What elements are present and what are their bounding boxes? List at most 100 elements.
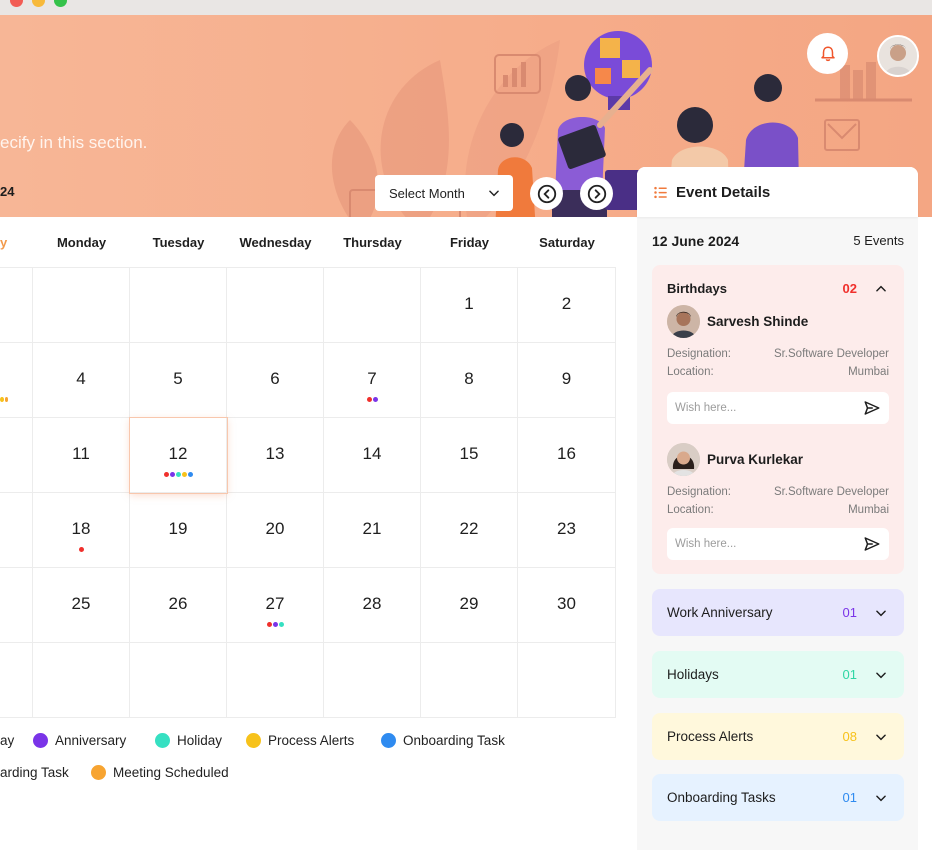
minimize-window-button[interactable] xyxy=(32,0,45,7)
month-select-label: Select Month xyxy=(389,185,465,201)
calendar-day-cell[interactable] xyxy=(0,343,33,418)
event-dots xyxy=(33,547,129,552)
calendar-day-cell[interactable]: 16 xyxy=(518,418,616,493)
section-title: Onboarding Tasks xyxy=(667,790,776,805)
section-count: 01 xyxy=(842,667,857,682)
calendar-day-cell[interactable]: 12 xyxy=(130,418,227,493)
calendar-day-cell[interactable]: 13 xyxy=(227,418,324,493)
calendar-day-cell[interactable]: 8 xyxy=(421,343,518,418)
calendar-day-cell[interactable] xyxy=(324,268,421,343)
calendar-day-cell[interactable]: 22 xyxy=(421,493,518,568)
previous-month-button[interactable] xyxy=(530,177,563,210)
next-month-button[interactable] xyxy=(580,177,613,210)
calendar-day-cell[interactable]: 30 xyxy=(518,568,616,643)
close-window-button[interactable] xyxy=(10,0,23,7)
calendar-day-cell[interactable]: 5 xyxy=(130,343,227,418)
send-icon[interactable] xyxy=(863,399,881,417)
user-avatar[interactable] xyxy=(877,35,919,77)
legend-item: Holiday xyxy=(155,733,222,748)
calendar-day-cell[interactable]: 14 xyxy=(324,418,421,493)
calendar-day-cell[interactable]: 25 xyxy=(33,568,130,643)
location-label: Location: xyxy=(667,504,714,516)
calendar-day-cell[interactable]: 18 xyxy=(33,493,130,568)
calendar-day-cell[interactable]: 15 xyxy=(421,418,518,493)
day-number: 8 xyxy=(464,369,474,388)
calendar-day-cell[interactable]: 6 xyxy=(227,343,324,418)
calendar-day-cell[interactable]: 1 xyxy=(421,268,518,343)
calendar-day-cell[interactable] xyxy=(130,268,227,343)
birthdays-title: Birthdays xyxy=(667,281,727,296)
calendar-day-cell[interactable]: 19 xyxy=(130,493,227,568)
section-title: Process Alerts xyxy=(667,729,754,744)
event-section-work-anniversary[interactable]: Work Anniversary 01 xyxy=(652,589,904,636)
event-dot xyxy=(4,397,8,402)
chevron-down-icon[interactable] xyxy=(874,606,888,620)
event-dot xyxy=(175,472,181,477)
section-count: 08 xyxy=(842,729,857,744)
wish-input[interactable] xyxy=(667,528,889,560)
day-number: 19 xyxy=(168,519,188,538)
calendar-day-cell[interactable] xyxy=(421,643,518,718)
calendar-day-cell[interactable]: 29 xyxy=(421,568,518,643)
designation-label: Designation: xyxy=(667,348,731,360)
event-dot xyxy=(278,622,284,627)
calendar-day-cell[interactable]: 27 xyxy=(227,568,324,643)
day-number: 11 xyxy=(72,444,90,463)
calendar-day-cell[interactable] xyxy=(130,643,227,718)
calendar-day-cell[interactable]: 20 xyxy=(227,493,324,568)
calendar-day-cell[interactable] xyxy=(0,643,33,718)
calendar-day-cell[interactable]: 9 xyxy=(518,343,616,418)
selected-date-row: 12 June 2024 5 Events xyxy=(652,233,904,249)
section-count: 01 xyxy=(842,605,857,620)
current-month-label: 24 xyxy=(0,184,15,199)
send-icon[interactable] xyxy=(863,535,881,553)
designation-value: Sr.Software Developer xyxy=(773,348,889,360)
chevron-down-icon xyxy=(489,190,499,197)
calendar-day-cell[interactable] xyxy=(227,643,324,718)
notifications-button[interactable] xyxy=(807,33,848,74)
calendar-day-cell[interactable] xyxy=(33,268,130,343)
calendar-day-cell[interactable]: 21 xyxy=(324,493,421,568)
calendar-day-cell[interactable]: 28 xyxy=(324,568,421,643)
birthday-person: Sarvesh Shinde Designation: Sr.Software … xyxy=(667,305,889,427)
calendar-day-cell[interactable] xyxy=(0,418,33,493)
chevron-down-icon[interactable] xyxy=(874,730,888,744)
calendar-day-cell[interactable] xyxy=(0,568,33,643)
day-number: 28 xyxy=(362,594,382,613)
event-section-holidays[interactable]: Holidays 01 xyxy=(652,651,904,698)
calendar-day-cell[interactable]: 26 xyxy=(130,568,227,643)
day-number: 18 xyxy=(71,519,91,538)
chevron-down-icon[interactable] xyxy=(874,668,888,682)
calendar-day-cell[interactable] xyxy=(227,268,324,343)
chevron-down-icon[interactable] xyxy=(874,791,888,805)
legend-item: ay xyxy=(0,733,14,748)
calendar-day-cell[interactable]: 23 xyxy=(518,493,616,568)
calendar-day-cell[interactable] xyxy=(33,643,130,718)
wish-input[interactable] xyxy=(667,392,889,424)
calendar-day-cell[interactable] xyxy=(0,493,33,568)
bell-icon xyxy=(820,46,835,61)
designation-value: Sr.Software Developer xyxy=(773,486,889,498)
weekday-label: Wednesday xyxy=(239,235,312,250)
calendar-day-cell[interactable] xyxy=(324,643,421,718)
day-number: 30 xyxy=(557,594,576,613)
legend-label: ay xyxy=(0,733,15,748)
calendar-day-cell[interactable] xyxy=(0,268,33,343)
month-select[interactable]: Select Month xyxy=(375,175,513,211)
calendar-day-cell[interactable]: 11 xyxy=(33,418,130,493)
weekday-header: y Monday Tuesday Wednesday Thursday Friday Sat… xyxy=(0,217,616,268)
legend-label: Meeting Scheduled xyxy=(113,765,229,780)
calendar-day-cell[interactable] xyxy=(518,643,616,718)
event-section-onboarding-tasks[interactable]: Onboarding Tasks 01 xyxy=(652,774,904,821)
calendar-day-cell[interactable]: 7 xyxy=(324,343,421,418)
designation-label: Designation: xyxy=(667,486,731,498)
person-name: Sarvesh Shinde xyxy=(707,314,809,329)
chevron-up-icon[interactable] xyxy=(874,282,888,296)
calendar-day-cell[interactable]: 4 xyxy=(33,343,130,418)
day-number: 9 xyxy=(561,369,572,388)
day-number: 22 xyxy=(459,519,479,538)
calendar-day-cell[interactable]: 2 xyxy=(518,268,616,343)
maximize-window-button[interactable] xyxy=(54,0,67,7)
person-avatar-image xyxy=(667,305,700,338)
event-section-process-alerts[interactable]: Process Alerts 08 xyxy=(652,713,904,760)
